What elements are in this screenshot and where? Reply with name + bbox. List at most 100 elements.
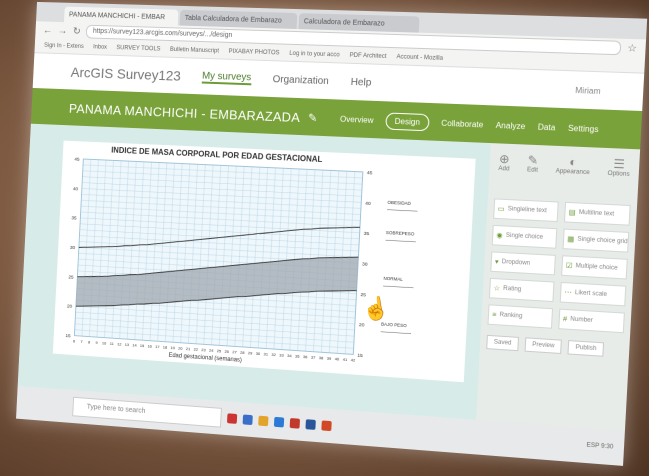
bookmark[interactable]: SURVEY TOOLS [116, 45, 160, 52]
question-single-choice-grid[interactable]: ▦ Single choice grid [562, 228, 630, 253]
forward-icon[interactable]: → [58, 25, 68, 36]
x-tick-label: 38 [319, 355, 324, 360]
question-likert[interactable]: ⋯ Likert scale [559, 281, 627, 307]
y-tick-label-right: 15 [357, 353, 363, 360]
plot-area [74, 159, 362, 354]
y-tick-label: 15 [65, 333, 71, 339]
band-label: BAJO PESO [381, 322, 408, 329]
question-rating[interactable]: ☆ Rating [488, 277, 555, 303]
y-tick-label-right: 35 [363, 231, 369, 237]
text-icon: ▤ [568, 209, 576, 217]
tab-settings[interactable]: Settings [568, 123, 599, 133]
question-dropdown[interactable]: ▾ Dropdown [490, 251, 556, 276]
tab-design[interactable]: Design [385, 111, 430, 131]
question-number[interactable]: # Number [558, 308, 625, 334]
x-tick-label: 28 [240, 350, 245, 355]
bookmark[interactable]: Log in to your acco [289, 51, 340, 59]
design-canvas: INDICE DE MASA CORPORAL POR EDAD GESTACI… [17, 123, 641, 431]
app-icon[interactable] [289, 418, 301, 429]
y-tick-label: 35 [71, 215, 77, 221]
back-icon[interactable]: ← [43, 25, 53, 36]
x-tick-label: 29 [248, 350, 253, 355]
question-label: Dropdown [501, 259, 531, 267]
question-multiple-choice[interactable]: ☑ Multiple choice [561, 255, 628, 280]
text-icon: ▭ [497, 205, 505, 214]
app-icon[interactable] [226, 413, 238, 424]
question-single-choice[interactable]: ◉ Single choice [491, 224, 558, 249]
x-tick-label: 39 [327, 356, 332, 361]
taskbar-search[interactable]: Type here to search [72, 396, 222, 428]
nav-my-surveys[interactable]: My surveys [201, 70, 252, 85]
bookmark[interactable]: PDF Architect [349, 53, 386, 60]
tab-options[interactable]: ☰ Options [606, 156, 630, 198]
tab-data[interactable]: Data [538, 122, 556, 132]
chart-svg: INDICE DE MASA CORPORAL POR EDAD GESTACI… [65, 146, 476, 364]
app-icon[interactable] [273, 416, 285, 428]
nav-organization[interactable]: Organization [272, 74, 329, 87]
x-tick-label: 13 [125, 342, 129, 347]
tab-add[interactable]: ⊕ Add [497, 152, 510, 193]
question-label: Rating [502, 285, 522, 293]
x-tick-label: 17 [155, 344, 160, 349]
y-tick-label: 20 [67, 304, 73, 310]
tab-collaborate[interactable]: Collaborate [441, 118, 483, 129]
question-singleline[interactable]: ▭ Singleline text [493, 198, 559, 223]
y-tick-label-right: 45 [367, 170, 373, 176]
x-tick-label: 37 [311, 354, 316, 359]
publish-button[interactable]: Publish [567, 340, 605, 357]
reload-icon[interactable]: ↻ [73, 26, 81, 37]
band-label: NORMAL [383, 276, 403, 282]
dropdown-icon: ▾ [494, 258, 499, 267]
edit-title-icon[interactable]: ✎ [308, 111, 318, 124]
x-tick-label: 24 [209, 348, 214, 353]
x-tick-label: 33 [279, 352, 284, 357]
bookmark[interactable]: Inbox [93, 44, 107, 50]
y-tick-label-right: 40 [365, 200, 371, 206]
x-tick-label: 35 [295, 353, 300, 358]
question-label: Multiple choice [575, 263, 618, 272]
band-label-line [383, 286, 413, 288]
tab-add-label: Add [498, 165, 510, 173]
survey-title: PANAMA MANCHICHI - EMBARAZADA [68, 100, 301, 125]
tab-appearance[interactable]: ◐ Appearance [554, 154, 590, 197]
bookmark[interactable]: PIXABAY PHOTOS [228, 49, 279, 57]
bookmark[interactable]: Account - Mozilla [396, 54, 443, 62]
user-name[interactable]: Miriam [575, 85, 601, 95]
bookmark[interactable]: Sign In - Extens [44, 43, 84, 50]
question-multiline[interactable]: ▤ Multiline text [563, 201, 631, 226]
bookmark[interactable]: Bulletin Manuscript [170, 47, 219, 55]
x-tick-label: 30 [256, 351, 261, 356]
x-tick-label: 10 [102, 340, 107, 345]
app-icon[interactable] [242, 414, 253, 426]
tab-analyze[interactable]: Analyze [495, 120, 525, 130]
folder-icon[interactable] [258, 415, 269, 427]
question-label: Multiline text [578, 209, 615, 218]
word-icon[interactable] [305, 419, 316, 430]
palette-icon: ◐ [568, 154, 578, 170]
question-label: Number [570, 316, 593, 325]
preview-button[interactable]: Preview [524, 337, 563, 355]
x-tick-label: 9 [95, 340, 97, 345]
nav-help[interactable]: Help [350, 76, 371, 88]
x-tick-label: 36 [303, 354, 308, 359]
question-panel: ⊕ Add ✎ Edit ◐ Appearance ☰ Options ▭ Singlel… [476, 143, 641, 431]
powerpoint-icon[interactable] [321, 420, 332, 432]
tab-options-label: Options [607, 170, 630, 178]
y-tick-label: 25 [68, 274, 74, 280]
survey-nav: Overview Design Collaborate Analyze Data… [340, 110, 599, 138]
number-icon: # [562, 315, 568, 323]
x-tick-label: 25 [217, 348, 222, 353]
tab-appearance-label: Appearance [555, 168, 590, 177]
question-label: Ranking [499, 312, 523, 320]
y-tick-label: 30 [70, 245, 76, 251]
system-tray: ESP 9:30 [586, 442, 614, 451]
sliders-icon: ☰ [613, 156, 626, 172]
tab-edit[interactable]: ✎ Edit [526, 153, 539, 194]
x-tick-label: 8 [88, 339, 90, 344]
question-ranking[interactable]: ≡ Ranking [487, 304, 554, 329]
tab-overview[interactable]: Overview [340, 114, 374, 124]
x-tick-label: 14 [132, 342, 137, 347]
star-icon[interactable]: ☆ [627, 43, 637, 55]
question-label: Singleline text [507, 206, 547, 215]
x-tick-label: 6 [73, 338, 75, 343]
